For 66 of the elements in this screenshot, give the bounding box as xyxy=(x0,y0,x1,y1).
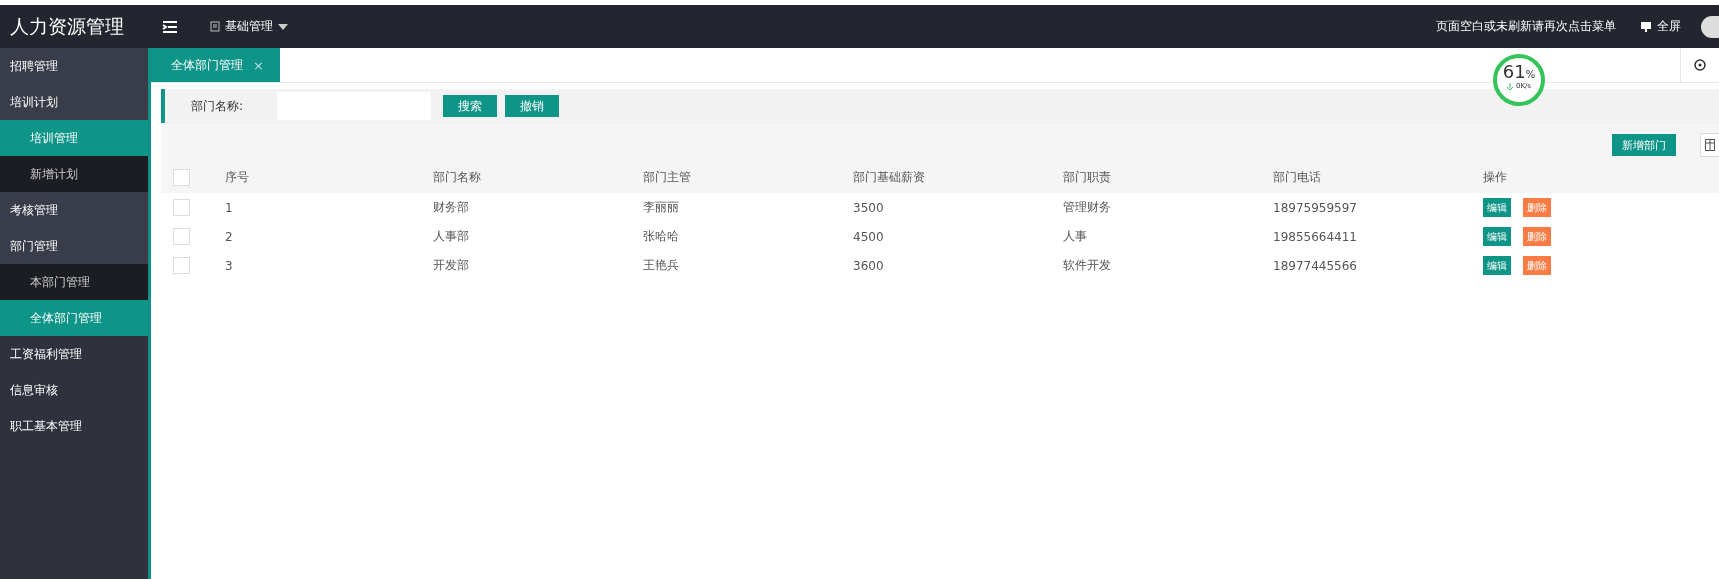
delete-button[interactable]: 删除 xyxy=(1523,227,1551,246)
fullscreen-button[interactable]: 全屏 xyxy=(1634,17,1687,36)
document-icon xyxy=(210,21,220,32)
table-cell: 王艳兵 xyxy=(643,258,679,272)
column-header: 部门职责 xyxy=(1063,169,1111,184)
reset-button[interactable]: 撤销 xyxy=(505,95,559,117)
edit-button[interactable]: 编辑 xyxy=(1483,198,1511,217)
sidebar-item[interactable]: 部门管理 xyxy=(0,228,148,264)
caret-icon xyxy=(278,23,288,30)
column-header: 部门主管 xyxy=(643,169,691,184)
sidebar-item[interactable]: 培训计划 xyxy=(0,84,148,120)
table-cell: 人事 xyxy=(1063,229,1087,243)
app-title: 人力资源管理 xyxy=(9,13,125,39)
columns-icon xyxy=(1705,139,1715,151)
table-cell: 18977445566 xyxy=(1273,258,1357,273)
progress-ring xyxy=(1491,52,1547,108)
table-cell: 1 xyxy=(225,200,233,215)
table-cell: 人事部 xyxy=(433,229,469,243)
percent-unit: % xyxy=(1525,69,1536,80)
close-icon[interactable]: × xyxy=(253,57,264,73)
table-cell: 财务部 xyxy=(433,200,469,214)
sidebar-subitem[interactable]: 新增计划 xyxy=(0,156,148,192)
edit-button[interactable]: 编辑 xyxy=(1483,227,1511,246)
sidebar-subitem[interactable]: 培训管理 xyxy=(0,120,148,156)
sidebar-subitem[interactable]: 全体部门管理 xyxy=(0,300,148,336)
field-label: 部门名称: xyxy=(191,97,245,115)
column-header: 部门名称 xyxy=(433,169,481,184)
table-cell: 张哈哈 xyxy=(643,229,679,243)
table-cell: 3600 xyxy=(853,258,884,273)
delete-button[interactable]: 删除 xyxy=(1523,256,1551,275)
table-cell: 软件开发 xyxy=(1063,258,1111,272)
tab-label: 全体部门管理 xyxy=(171,56,243,74)
table-cell: 4500 xyxy=(853,229,884,244)
delete-button[interactable]: 删除 xyxy=(1523,198,1551,217)
search-button[interactable]: 搜索 xyxy=(443,95,497,117)
table-cell: 19855664411 xyxy=(1273,229,1357,244)
avatar[interactable] xyxy=(1701,15,1719,38)
percent-value: 61 xyxy=(1502,61,1526,82)
sidebar-item[interactable]: 招聘管理 xyxy=(0,48,148,84)
menu-icon[interactable] xyxy=(162,19,178,34)
table-cell: 开发部 xyxy=(433,258,469,272)
columns-button[interactable] xyxy=(1700,133,1719,157)
target-icon xyxy=(1694,59,1706,71)
sidebar-item[interactable]: 考核管理 xyxy=(0,192,148,228)
top-menu[interactable]: 基础管理 xyxy=(204,17,294,36)
tab[interactable]: 全体部门管理 × xyxy=(151,48,280,82)
row-checkbox[interactable] xyxy=(173,199,190,216)
table-cell: 李丽丽 xyxy=(643,200,679,214)
row-checkbox[interactable] xyxy=(173,228,190,245)
select-all-checkbox[interactable] xyxy=(173,168,190,186)
add-button[interactable]: 新增部门 xyxy=(1612,134,1676,156)
column-header: 部门电话 xyxy=(1273,169,1321,184)
edit-button[interactable]: 编辑 xyxy=(1483,256,1511,275)
monitor-icon xyxy=(1640,21,1652,32)
sidebar-subitem[interactable]: 本部门管理 xyxy=(0,264,148,300)
column-header: 操作 xyxy=(1483,169,1507,184)
table-cell: 2 xyxy=(225,229,233,244)
column-header: 序号 xyxy=(225,169,249,184)
notice-text: 页面空白或未刷新请再次点击菜单 xyxy=(1436,18,1616,35)
column-header: 部门基础薪资 xyxy=(853,169,925,184)
table-cell: 3500 xyxy=(853,200,884,215)
row-checkbox[interactable] xyxy=(173,257,190,274)
table-cell: 18975959597 xyxy=(1273,200,1357,215)
table-cell: 管理财务 xyxy=(1063,200,1111,214)
table-cell: 3 xyxy=(225,258,233,273)
down-arrow-icon xyxy=(1506,82,1513,90)
